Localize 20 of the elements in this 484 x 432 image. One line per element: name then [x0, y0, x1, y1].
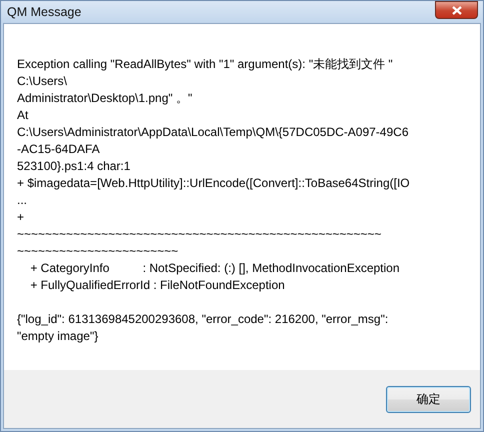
message-line: {"log_id": 6131369845200293608, "error_code": 216200, "error_msg": — [17, 311, 390, 328]
message-line: C:\Users\ — [17, 73, 68, 90]
ok-button[interactable]: 确定 — [386, 386, 471, 412]
message-line: + CategoryInfo : NotSpecified: (:) [], MethodInvocationException — [29, 260, 401, 277]
message-line: C:\Users\Administrator\AppData\Local\Temp\QM\{57DC05DC-A097-49C6 — [17, 124, 410, 141]
message-line: Exception calling "ReadAllBytes" with "1" argument(s): "未能找到文件 " — [17, 56, 394, 73]
close-icon — [452, 6, 462, 14]
message-line: ~~~~~~~~~~~~~~~~~~~~~~~~~~~~~~~~~~~~~~~~~~~~~~~~~~~~ — [17, 226, 382, 243]
message-line: "empty image"} — [17, 328, 100, 345]
window-title: QM Message — [7, 5, 82, 19]
message-line: + FullyQualifiedErrorId : FileNotFoundException — [29, 277, 286, 294]
close-button[interactable] — [435, 1, 478, 19]
message-line: ~~~~~~~~~~~~~~~~~~~~~~~ — [17, 243, 180, 260]
message-line: At — [17, 107, 30, 124]
message-line: -AC15-64DAFA — [17, 141, 101, 158]
message-line: ... — [17, 192, 28, 209]
message-line: + — [17, 209, 26, 226]
message-line: 523100}.ps1:4 char:1 — [17, 158, 132, 175]
message-line: + $imagedata=[Web.HttpUtility]::UrlEncode([Convert]::ToBase64String([IO — [17, 175, 411, 192]
message-line: Administrator\Desktop\1.png" 。" — [17, 90, 194, 107]
